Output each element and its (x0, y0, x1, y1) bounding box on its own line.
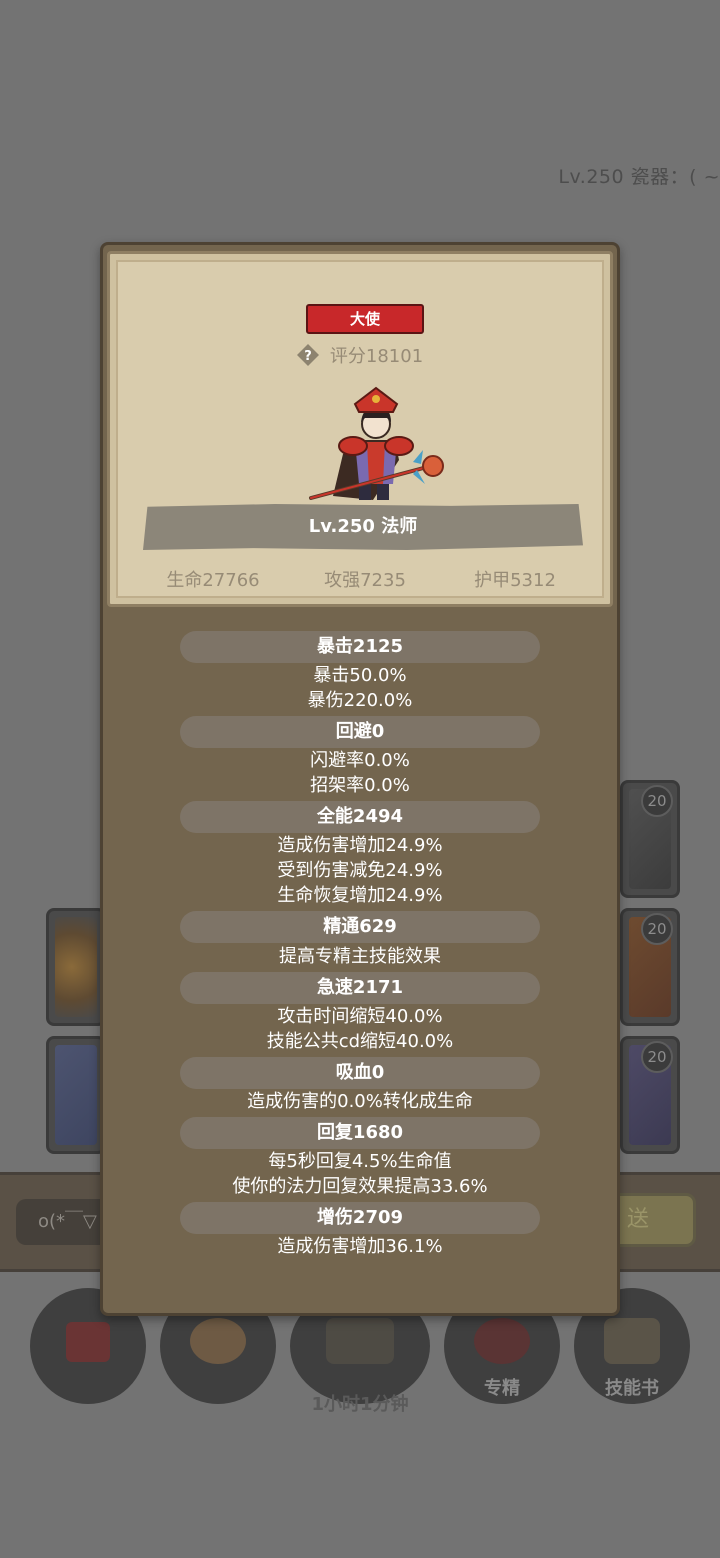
background-item-slot: 20 (620, 1036, 680, 1154)
hp-stat: 生命27766 (166, 570, 260, 591)
skillbook-icon (604, 1318, 660, 1364)
potion-icon (66, 1322, 110, 1362)
rank-badge: 大使 (306, 304, 424, 334)
fire-orb-icon (55, 917, 97, 1017)
damage-bonus-line: 造成伤害增加36.1% (277, 1236, 443, 1257)
score-row: ? 评分18101 (110, 342, 610, 372)
help-icon[interactable]: ? (296, 344, 319, 366)
mana-regen-line: 使你的法力回复效果提高33.6% (232, 1176, 488, 1197)
crit-stat-header: 暴击2125 (180, 631, 540, 663)
background-item-slot (46, 1036, 106, 1154)
mastery-effect-line: 提高专精主技能效果 (279, 946, 441, 967)
chest-icon (326, 1318, 394, 1364)
leech-effect-line: 造成伤害的0.0%转化成生命 (247, 1091, 473, 1112)
damage-reduction-line: 受到伤害减免24.9% (277, 860, 443, 881)
mastery-stat-header: 精通629 (180, 911, 540, 943)
background-item-slot: 20 (620, 780, 680, 898)
chest-timer: 1小时1分钟 (311, 1394, 409, 1415)
bread-icon (190, 1318, 246, 1364)
hp-regen-line: 每5秒回复4.5%生命值 (268, 1151, 452, 1172)
attack-time-line: 攻击时间缩短40.0% (277, 1006, 443, 1027)
level-class-bar: Lv.250 法师 (143, 504, 583, 550)
dodge-rate-line: 闪避率0.0% (310, 750, 410, 771)
skillbook-label: 技能书 (605, 1378, 659, 1399)
specialize-icon (474, 1318, 530, 1364)
slot-level-badge: 20 (641, 1041, 673, 1073)
attack-stat: 攻强7235 (324, 570, 406, 591)
crit-rate-line: 暴击50.0% (313, 665, 407, 686)
slot-level-badge: 20 (641, 785, 673, 817)
damage-increase-line: 造成伤害增加24.9% (277, 835, 443, 856)
regen-stat-header: 回复1680 (180, 1117, 540, 1149)
versatility-stat-header: 全能2494 (180, 801, 540, 833)
haste-stat-header: 急速2171 (180, 972, 540, 1004)
hero-detail-panel: 大使 ? 评分18101 Lv.250 法师 生命27766 攻强7235 护甲… (100, 242, 620, 1316)
hero-summary-card: 大使 ? 评分18101 Lv.250 法师 生命27766 攻强7235 护甲… (107, 251, 613, 607)
svg-text:?: ? (304, 349, 312, 364)
damage-bonus-stat-header: 增伤2709 (180, 1202, 540, 1234)
crit-damage-line: 暴伤220.0% (307, 690, 413, 711)
global-cooldown-line: 技能公共cd缩短40.0% (266, 1031, 454, 1052)
score-text: 评分18101 (329, 346, 424, 367)
healing-increase-line: 生命恢复增加24.9% (277, 885, 443, 906)
dodge-stat-header: 回避0 (180, 716, 540, 748)
parry-rate-line: 招架率0.0% (310, 775, 410, 796)
specialize-label: 专精 (484, 1378, 520, 1399)
background-header-text: Lv.250 瓷器：( ~ (558, 166, 720, 188)
mage-hero-portrait (309, 386, 444, 500)
background-item-slot: 20 (620, 908, 680, 1026)
slot-level-badge: 20 (641, 913, 673, 945)
rune-icon (55, 1045, 97, 1145)
armor-stat: 护甲5312 (474, 570, 556, 591)
leech-stat-header: 吸血0 (180, 1057, 540, 1089)
background-item-slot (46, 908, 106, 1026)
